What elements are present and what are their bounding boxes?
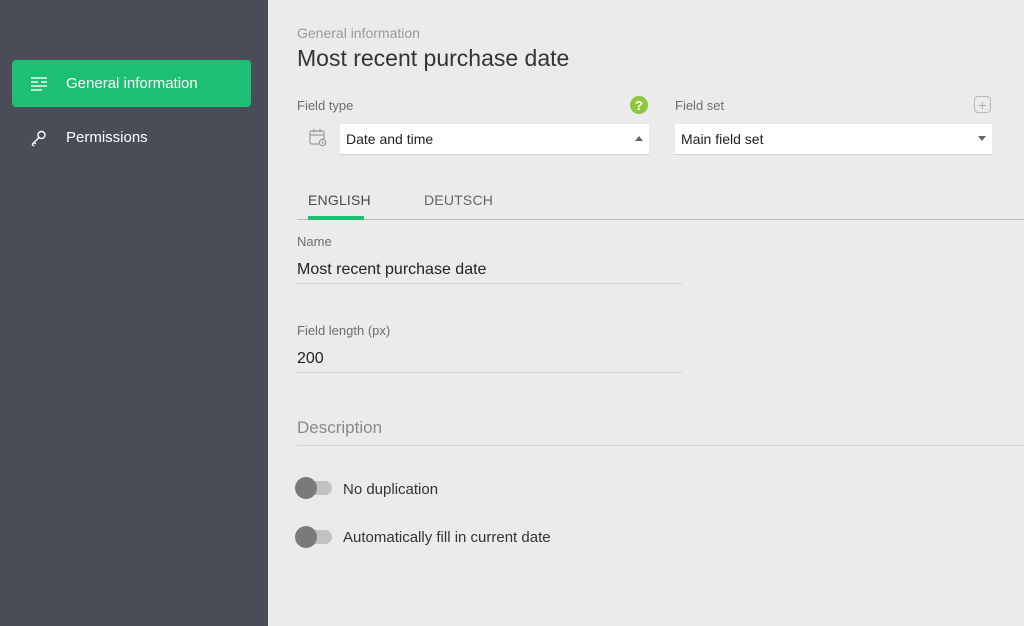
toggle-knob: [295, 477, 317, 499]
sidebar-item-permissions[interactable]: Permissions: [12, 114, 251, 161]
field-length-label: Field length (px): [297, 323, 391, 338]
no-duplication-toggle[interactable]: [295, 477, 332, 499]
field-type-label: Field type: [297, 98, 354, 113]
field-type-select[interactable]: Date and time: [340, 124, 649, 155]
page-title: Most recent purchase date: [297, 45, 570, 71]
name-label: Name: [297, 234, 332, 249]
sidebar: General information Permissions: [0, 0, 268, 626]
field-set-value: Main field set: [681, 131, 764, 147]
no-duplication-label: No duplication: [343, 481, 439, 498]
name-input[interactable]: Most recent purchase date: [297, 261, 486, 279]
field-set-select[interactable]: Main field set: [675, 124, 992, 155]
sidebar-item-label: General information: [66, 75, 198, 92]
description-divider: [297, 445, 1024, 446]
sidebar-item-label: Permissions: [66, 129, 148, 146]
toggle-knob: [295, 526, 317, 548]
tabs-divider: [297, 219, 1024, 220]
list-icon: [12, 76, 66, 92]
question-icon[interactable]: ?: [630, 96, 648, 114]
breadcrumb: General information: [297, 25, 420, 41]
autofill-date-label: Automatically fill in current date: [343, 529, 551, 546]
active-tab-indicator: [308, 216, 364, 220]
chevron-down-icon: [978, 136, 986, 141]
key-icon: [12, 129, 66, 147]
sidebar-item-general-information[interactable]: General information: [12, 60, 251, 107]
field-length-underline: [297, 372, 682, 373]
tab-deutsch[interactable]: DEUTSCH: [424, 192, 493, 208]
calendar-icon: [309, 128, 327, 152]
field-length-input[interactable]: 200: [297, 350, 324, 368]
add-icon[interactable]: +: [974, 96, 991, 113]
main-content: General information Most recent purchase…: [268, 0, 1024, 626]
field-set-label: Field set: [675, 98, 725, 113]
chevron-up-icon: [635, 136, 643, 141]
name-input-underline: [297, 283, 682, 284]
field-type-value: Date and time: [346, 131, 434, 147]
autofill-date-toggle[interactable]: [295, 526, 332, 548]
tab-english[interactable]: ENGLISH: [308, 192, 371, 208]
description-section-title[interactable]: Description: [297, 418, 382, 438]
